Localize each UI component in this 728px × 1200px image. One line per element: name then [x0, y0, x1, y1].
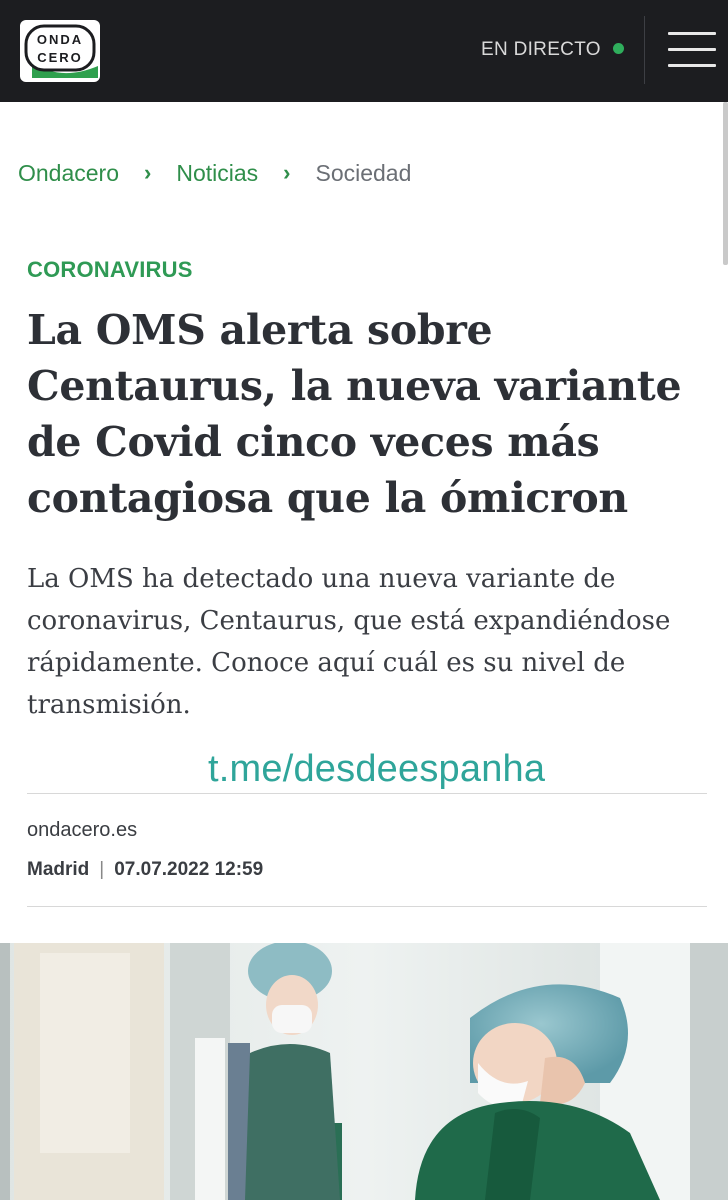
header-divider	[644, 16, 645, 84]
byline-separator: |	[99, 859, 105, 880]
live-link[interactable]: EN DIRECTO	[481, 38, 624, 62]
article-byline: Madrid | 07.07.2022 12:59	[27, 859, 263, 881]
breadcrumb: Ondacero › Noticias › Sociedad	[18, 158, 411, 188]
page-scrollbar[interactable]	[723, 102, 728, 265]
article-subheadline: La OMS ha detectado una nueva variante d…	[27, 564, 671, 720]
healthcare-workers-illustration	[0, 943, 728, 1200]
article-photo[interactable]	[0, 943, 728, 1200]
live-dot-icon	[612, 42, 624, 54]
article-datetime: 07.07.2022 12:59	[114, 859, 264, 880]
article-headline: La OMS alerta sobre Centaurus, la nueva …	[27, 306, 682, 522]
divider	[27, 793, 707, 794]
hamburger-menu-icon[interactable]	[668, 30, 716, 70]
divider	[27, 906, 707, 907]
article-source: ondacero.es	[27, 819, 138, 841]
chevron-right-icon: ›	[283, 160, 291, 185]
article-city: Madrid	[27, 859, 90, 880]
watermark-text: t.me/desdeespanha	[208, 748, 546, 790]
ondacero-logo[interactable]: ONDA CERO	[20, 20, 100, 82]
breadcrumb-link-ondacero[interactable]: Ondacero	[18, 160, 119, 187]
logo-text-top: ONDA	[37, 32, 83, 47]
top-navigation-bar: ONDA CERO EN DIRECTO	[0, 0, 728, 102]
breadcrumb-link-noticias[interactable]: Noticias	[176, 160, 258, 187]
section-label[interactable]: CORONAVIRUS	[27, 257, 193, 283]
logo-text-bottom: CERO	[37, 50, 83, 65]
breadcrumb-current-sociedad[interactable]: Sociedad	[315, 160, 411, 187]
live-label: EN DIRECTO	[481, 39, 601, 60]
chevron-right-icon: ›	[144, 160, 152, 185]
